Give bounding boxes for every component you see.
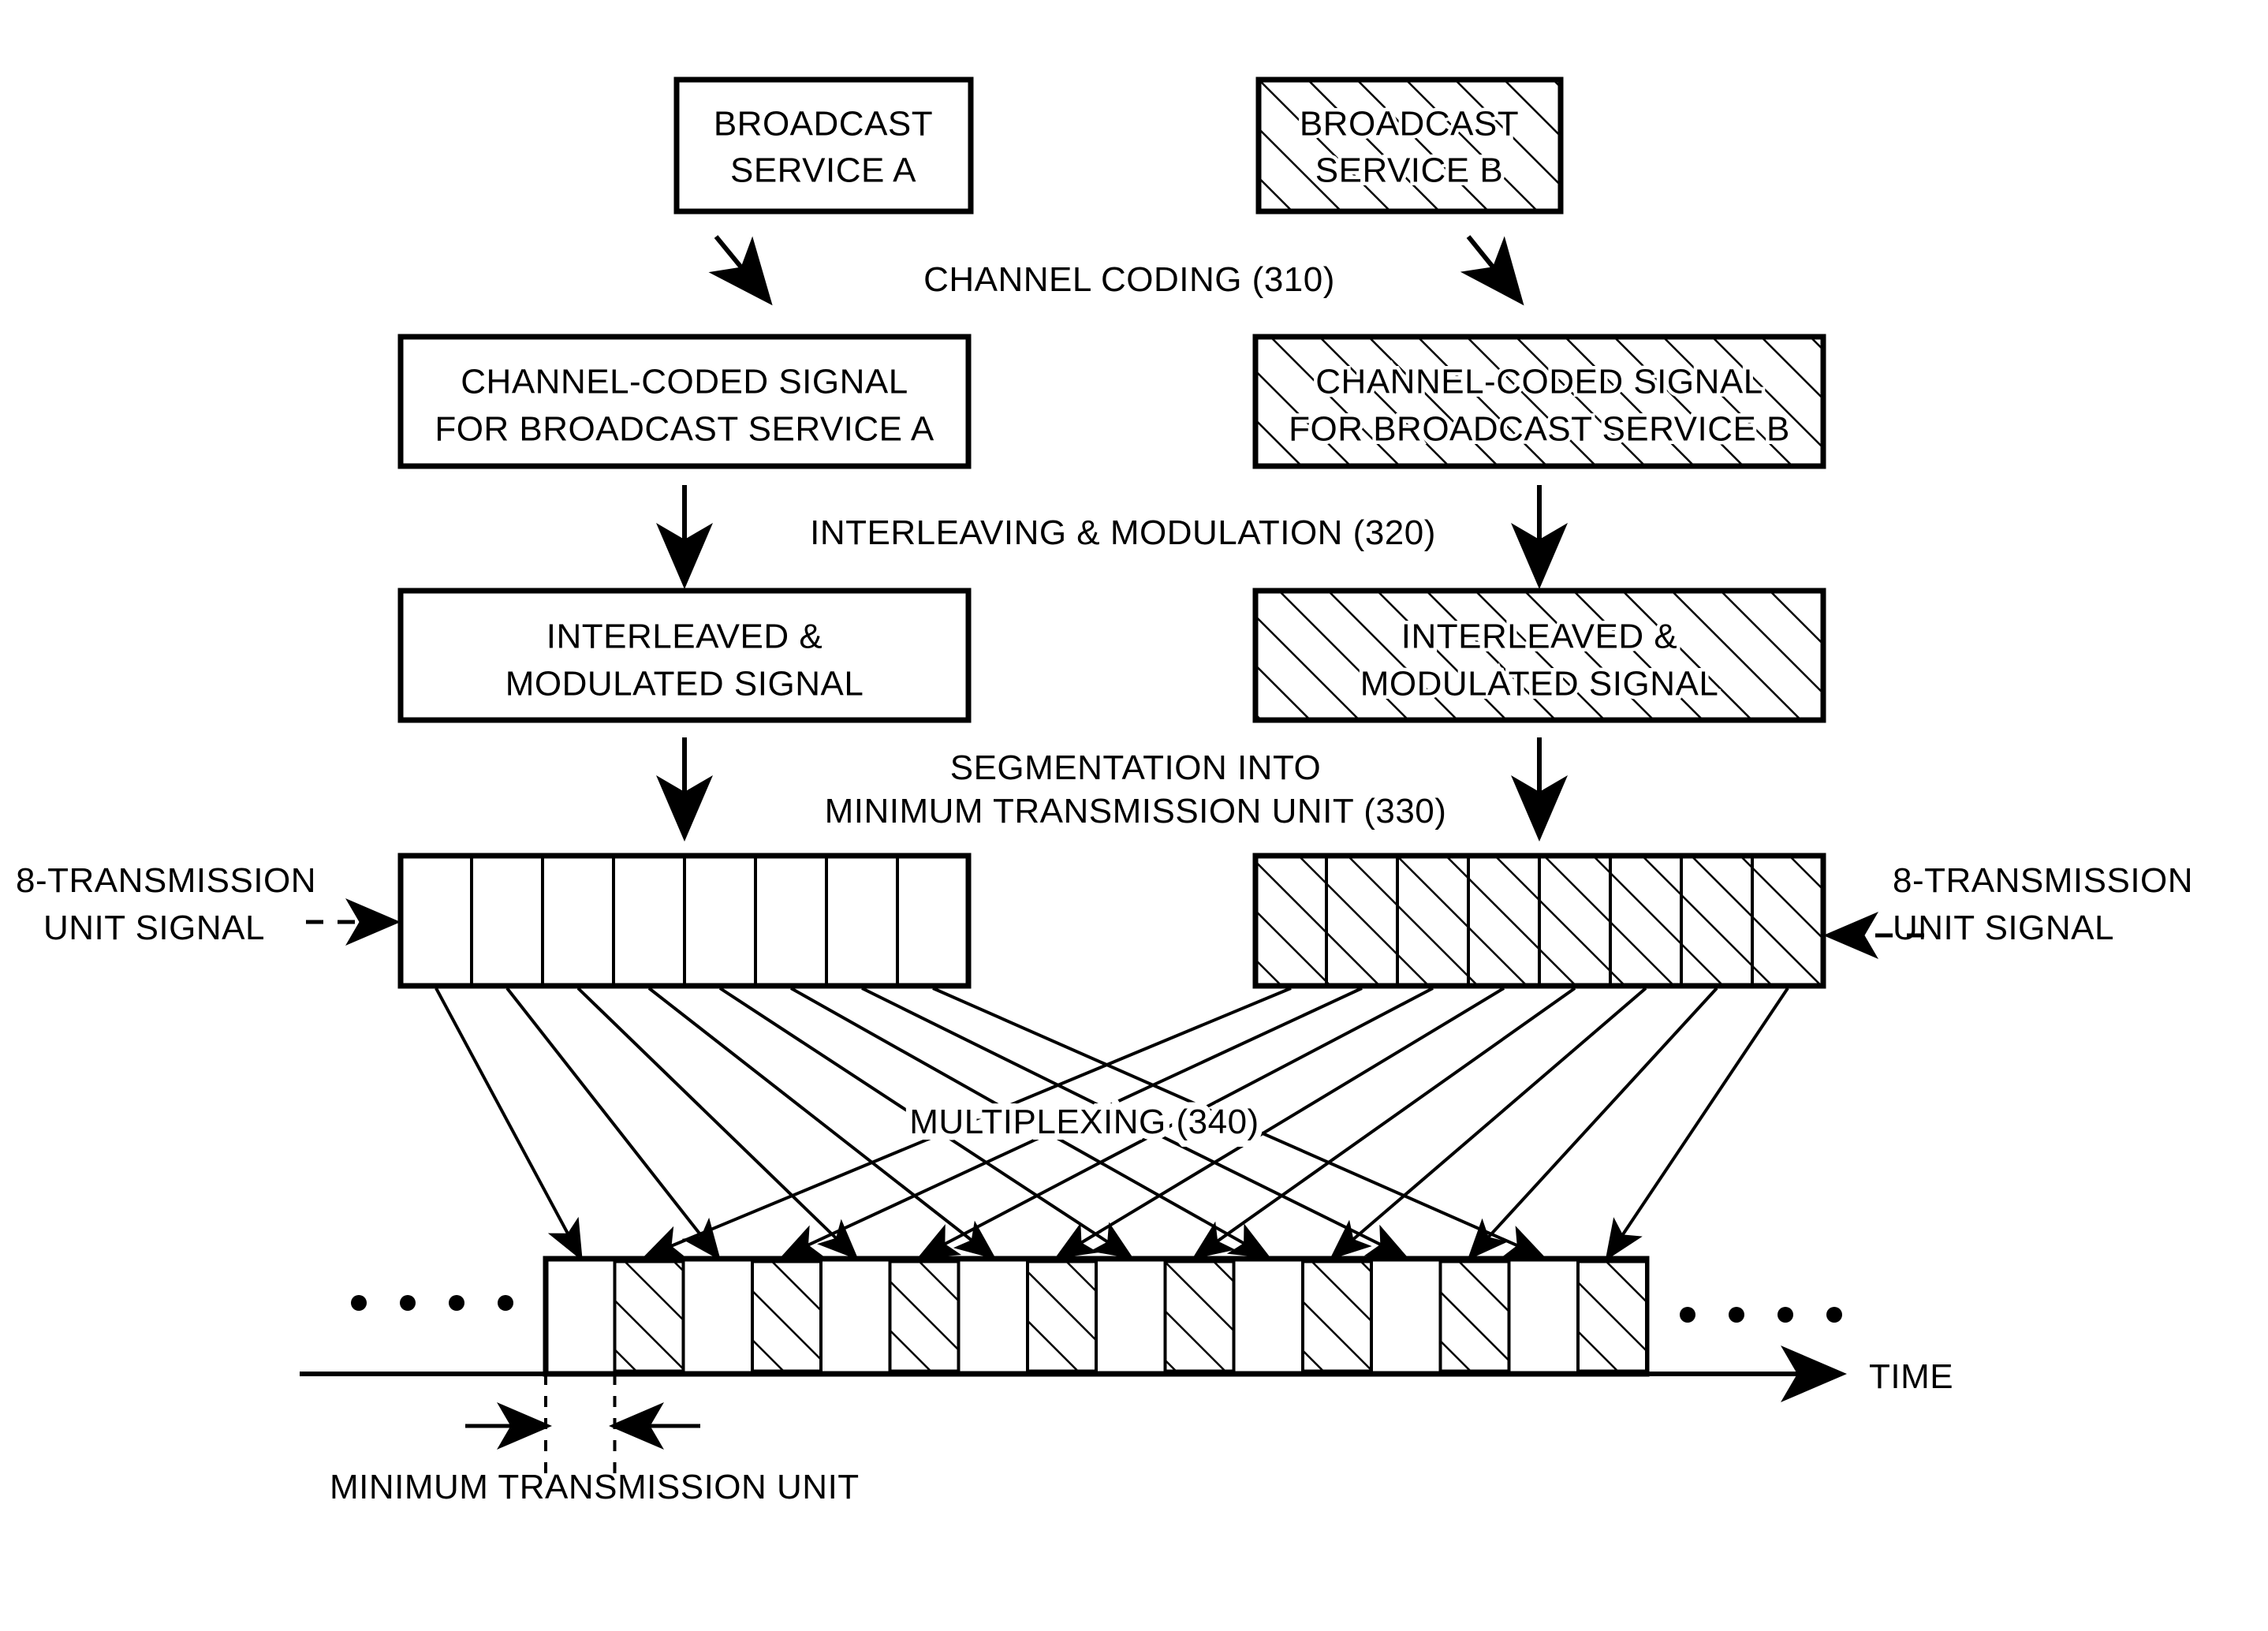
- min-unit-label: MINIMUM TRANSMISSION UNIT: [330, 1468, 860, 1506]
- service-b-line1: BROADCAST: [1300, 105, 1519, 144]
- mod-a-line2: MODULATED SIGNAL: [505, 665, 864, 704]
- label-segmentation-line1: SEGMENTATION INTO: [950, 748, 1322, 787]
- label-multiplexing: MULTIPLEXING (340): [909, 1103, 1259, 1141]
- interleaved-modulated-b-box: INTERLEAVED & MODULATED SIGNAL: [1252, 588, 1826, 723]
- left-unit-signal-label-line1: 8-TRANSMISSION: [16, 861, 316, 900]
- service-a-line2: SERVICE A: [730, 151, 916, 190]
- arrow-a-to-coded: [708, 235, 773, 306]
- broadcast-service-a-box: BROADCAST SERVICE A: [673, 77, 974, 215]
- arrow-b-to-coded: [1460, 235, 1524, 306]
- interleaved-modulated-a-box: INTERLEAVED & MODULATED SIGNAL: [397, 588, 972, 723]
- patent-figure-canvas: BROADCAST SERVICE A BROADCAST SERVICE B …: [0, 0, 2268, 1631]
- coded-a-line1: CHANNEL-CODED SIGNAL: [461, 363, 908, 401]
- coded-b-line1: CHANNEL-CODED SIGNAL: [1315, 363, 1763, 401]
- mod-a-line1: INTERLEAVED &: [546, 618, 823, 656]
- channel-coded-a-box: CHANNEL-CODED SIGNAL FOR BROADCAST SERVI…: [397, 334, 972, 469]
- time-axis-label: TIME: [1869, 1357, 1953, 1396]
- figure-svg: BROADCAST SERVICE A BROADCAST SERVICE B …: [16, 77, 2193, 1506]
- left-ellipsis: [351, 1295, 513, 1311]
- multiplexed-stream-bar: [543, 1256, 1650, 1377]
- right-ellipsis: [1680, 1307, 1842, 1323]
- broadcast-service-b-box: BROADCAST SERVICE B: [1255, 77, 1564, 215]
- mod-b-line2: MODULATED SIGNAL: [1360, 665, 1719, 704]
- right-8-unit-block: [1252, 853, 1826, 989]
- label-interleaving-modulation: INTERLEAVING & MODULATION (320): [810, 513, 1436, 552]
- coded-b-line2: FOR BROADCAST SERVICE B: [1289, 410, 1790, 449]
- right-unit-signal-label-line2: UNIT SIGNAL: [1893, 909, 2114, 947]
- label-segmentation-line2: MINIMUM TRANSMISSION UNIT (330): [825, 792, 1447, 830]
- label-channel-coding: CHANNEL CODING (310): [923, 260, 1335, 299]
- service-a-line1: BROADCAST: [714, 105, 933, 144]
- mod-b-line1: INTERLEAVED &: [1401, 618, 1677, 656]
- left-8-unit-block: [397, 853, 972, 989]
- left-unit-signal-label-line2: UNIT SIGNAL: [43, 909, 265, 947]
- right-unit-signal-label-line1: 8-TRANSMISSION: [1893, 861, 2193, 900]
- coded-a-line2: FOR BROADCAST SERVICE A: [435, 410, 934, 449]
- service-b-line2: SERVICE B: [1315, 151, 1503, 190]
- channel-coded-b-box: CHANNEL-CODED SIGNAL FOR BROADCAST SERVI…: [1252, 334, 1826, 469]
